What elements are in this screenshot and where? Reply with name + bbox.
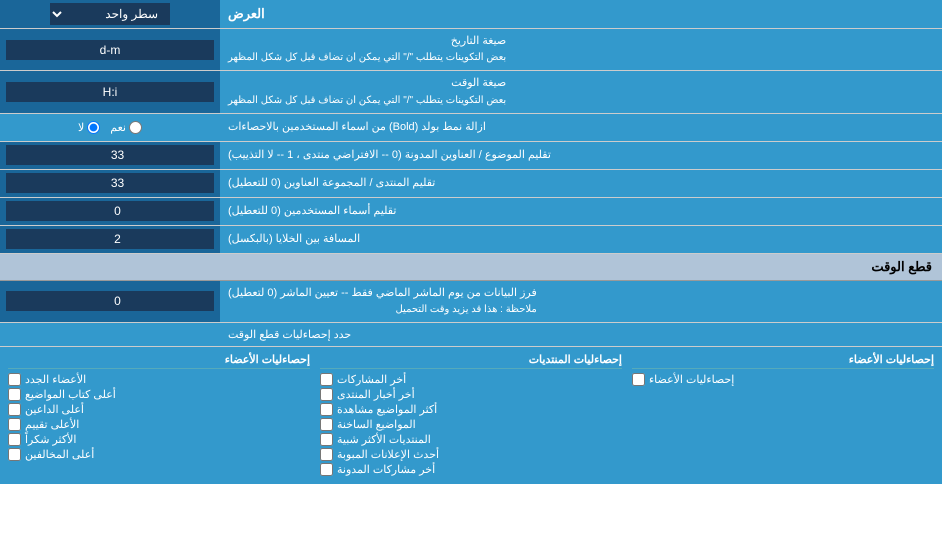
time-format-title: صيغة الوقت — [228, 76, 506, 91]
bold-remove-yes-label[interactable]: نعم — [110, 121, 142, 134]
checkbox-forum-news[interactable] — [320, 388, 333, 401]
stats-members-label: إحصاءليات الأعضاء — [649, 373, 734, 386]
topic-titles-label: تقليم الموضوع / العناوين المدونة (0 -- ا… — [220, 142, 942, 169]
checkbox-top-violations[interactable] — [8, 448, 21, 461]
cell-spacing-title: المسافة بين الخلايا (بالبكسل) — [228, 232, 360, 247]
checkbox-blog-posts[interactable] — [320, 463, 333, 476]
stats-col2-header: إحصاءليات المنتديات — [320, 353, 622, 369]
stats-item-members: إحصاءليات الأعضاء — [632, 373, 934, 386]
forum-titles-label: تقليم المنتدى / المجموعة العناوين (0 للت… — [220, 170, 942, 197]
stats-item-top-posters: أعلى كتاب المواضيع — [8, 388, 310, 401]
username-trim-input-cell — [0, 198, 220, 225]
bold-remove-no-radio[interactable] — [87, 121, 100, 134]
main-container: العرض سطر واحد سطرين ثلاثة أسطر صيغة الت… — [0, 0, 942, 484]
stats-members-checkbox[interactable] — [632, 373, 645, 386]
checkbox-most-viewed[interactable] — [320, 403, 333, 416]
forum-titles-title: تقليم المنتدى / المجموعة العناوين (0 للت… — [228, 176, 435, 191]
username-trim-title: تقليم أسماء المستخدمين (0 للتعطيل) — [228, 204, 396, 219]
bold-remove-radio-cell: نعم لا — [0, 114, 220, 141]
date-format-input[interactable] — [6, 40, 214, 60]
checkbox-last-posts[interactable] — [320, 373, 333, 386]
date-format-label: صيغة التاريخ بعض التكوينات يتطلب "/" الت… — [220, 29, 942, 70]
stats-col2: إحصاءليات المنتديات أخر المشاركات أخر أخ… — [320, 353, 622, 478]
topic-titles-input-cell — [0, 142, 220, 169]
display-select-cell: سطر واحد سطرين ثلاثة أسطر — [0, 0, 220, 28]
stats-item-hot-topics: المواضيع الساخنة — [320, 418, 622, 431]
time-cutoff-label: فرز البيانات من يوم الماشر الماضي فقط --… — [220, 281, 942, 322]
username-trim-row: تقليم أسماء المستخدمين (0 للتعطيل) — [0, 198, 942, 226]
stats-item-top-inviters: أعلى الداعين — [8, 403, 310, 416]
time-format-sublabel: بعض التكوينات يتطلب "/" التي يمكن ان تضا… — [228, 94, 506, 108]
checkbox-top-inviters[interactable] — [8, 403, 21, 416]
username-trim-label: تقليم أسماء المستخدمين (0 للتعطيل) — [220, 198, 942, 225]
time-format-input-cell — [0, 71, 220, 112]
forum-titles-input-cell — [0, 170, 220, 197]
display-label: العرض — [220, 0, 942, 28]
time-section-header: قطع الوقت — [0, 254, 942, 281]
date-format-title: صيغة التاريخ — [228, 34, 506, 49]
bold-remove-label: ازالة نمط بولد (Bold) من اسماء المستخدمي… — [220, 114, 942, 141]
display-row: العرض سطر واحد سطرين ثلاثة أسطر — [0, 0, 942, 29]
stats-item-last-posts: أخر المشاركات — [320, 373, 622, 386]
date-format-input-cell — [0, 29, 220, 70]
date-format-sublabel: بعض التكوينات يتطلب "/" التي يمكن ان تضا… — [228, 51, 506, 65]
bold-remove-no-label[interactable]: لا — [78, 121, 100, 134]
cell-spacing-input-cell — [0, 226, 220, 253]
bold-remove-title: ازالة نمط بولد (Bold) من اسماء المستخدمي… — [228, 120, 486, 135]
stats-col3: إحصاءليات الأعضاء الأعضاء الجدد أعلى كتا… — [8, 353, 310, 478]
forum-titles-input[interactable] — [6, 173, 214, 193]
bold-remove-row: ازالة نمط بولد (Bold) من اسماء المستخدمي… — [0, 114, 942, 142]
date-format-row: صيغة التاريخ بعض التكوينات يتطلب "/" الت… — [0, 29, 942, 71]
stats-item-forum-news: أخر أخبار المنتدى — [320, 388, 622, 401]
forum-titles-row: تقليم المنتدى / المجموعة العناوين (0 للت… — [0, 170, 942, 198]
topic-titles-input[interactable] — [6, 145, 214, 165]
cell-spacing-label: المسافة بين الخلايا (بالبكسل) — [220, 226, 942, 253]
cell-spacing-input[interactable] — [6, 229, 214, 249]
checkbox-new-members[interactable] — [8, 373, 21, 386]
time-cutoff-note: ملاحظة : هذا قد يزيد وقت التحميل — [228, 303, 537, 317]
topic-titles-title: تقليم الموضوع / العناوين المدونة (0 -- ا… — [228, 148, 551, 163]
checkbox-top-posters[interactable] — [8, 388, 21, 401]
stats-item-most-thanks: الأكثر شكراً — [8, 433, 310, 446]
time-cutoff-title: فرز البيانات من يوم الماشر الماضي فقط --… — [228, 286, 537, 301]
checkbox-hot-topics[interactable] — [320, 418, 333, 431]
bold-remove-yes-radio[interactable] — [129, 121, 142, 134]
display-select[interactable]: سطر واحد سطرين ثلاثة أسطر — [50, 3, 170, 25]
stats-columns-inner: إحصاءليات الأعضاء إحصاءليات الأعضاء إحصا… — [0, 353, 942, 478]
stats-item-top-rated: الأعلى تقييم — [8, 418, 310, 431]
stats-limit-row: حدد إحصاءليات قطع الوقت — [0, 323, 942, 347]
stats-item-similar-forums: المنتديات الأكثر شبية — [320, 433, 622, 446]
stats-item-top-violations: أعلى المخالفين — [8, 448, 310, 461]
stats-limit-label: حدد إحصاءليات قطع الوقت — [228, 328, 934, 341]
stats-col-empty: إحصاءليات الأعضاء إحصاءليات الأعضاء — [632, 353, 934, 478]
stats-item-classifieds: أحدث الإعلانات المبوبة — [320, 448, 622, 461]
checkbox-top-rated[interactable] — [8, 418, 21, 431]
time-format-label: صيغة الوقت بعض التكوينات يتطلب "/" التي … — [220, 71, 942, 112]
time-format-input[interactable] — [6, 82, 214, 102]
stats-item-new-members: الأعضاء الجدد — [8, 373, 310, 386]
time-cutoff-input-cell — [0, 281, 220, 322]
stats-col1-header: إحصاءليات الأعضاء — [632, 353, 934, 369]
checkbox-similar-forums[interactable] — [320, 433, 333, 446]
time-cutoff-input[interactable] — [6, 291, 214, 311]
checkbox-most-thanks[interactable] — [8, 433, 21, 446]
username-trim-input[interactable] — [6, 201, 214, 221]
stats-col3-header: إحصاءليات الأعضاء — [8, 353, 310, 369]
cell-spacing-row: المسافة بين الخلايا (بالبكسل) — [0, 226, 942, 254]
time-cutoff-row: فرز البيانات من يوم الماشر الماضي فقط --… — [0, 281, 942, 323]
stats-item-blog-posts: أخر مشاركات المدونة — [320, 463, 622, 476]
checkbox-classifieds[interactable] — [320, 448, 333, 461]
topic-titles-row: تقليم الموضوع / العناوين المدونة (0 -- ا… — [0, 142, 942, 170]
stats-item-most-viewed: أكثر المواضيع مشاهدة — [320, 403, 622, 416]
time-format-row: صيغة الوقت بعض التكوينات يتطلب "/" التي … — [0, 71, 942, 113]
stats-columns: إحصاءليات الأعضاء إحصاءليات الأعضاء إحصا… — [0, 347, 942, 484]
